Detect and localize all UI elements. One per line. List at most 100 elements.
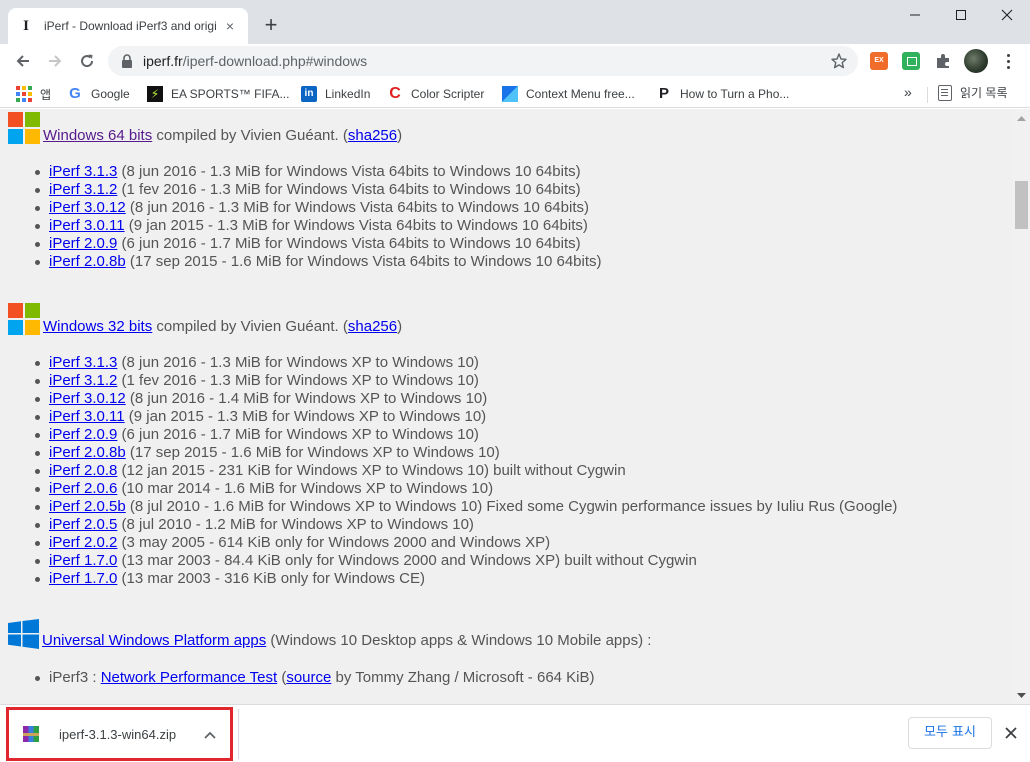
- sha256-link[interactable]: sha256: [348, 318, 397, 335]
- item-desc: (8 jun 2016 - 1.3 MiB for Windows Vista …: [117, 163, 581, 180]
- download-link[interactable]: iPerf 2.0.5b: [49, 498, 126, 515]
- download-link[interactable]: iPerf 2.0.9: [49, 235, 117, 252]
- close-download-shelf-button[interactable]: [1000, 722, 1022, 744]
- windows-32-link[interactable]: Windows 32 bits: [43, 318, 152, 335]
- bookmark-label: Google: [91, 87, 130, 101]
- tab-close-icon[interactable]: ×: [222, 18, 238, 34]
- address-url: iperf.fr/iperf-download.php#windows: [143, 46, 367, 76]
- list-item: iPerf 2.0.2 (3 may 2005 - 614 KiB only f…: [34, 534, 897, 552]
- scroll-up-arrow-icon[interactable]: [1013, 109, 1030, 126]
- item-desc: (12 jan 2015 - 231 KiB for Windows XP to…: [117, 462, 626, 479]
- bookmark-label: 앱: [40, 87, 52, 102]
- close-icon: [1001, 9, 1013, 21]
- bookmark-label: How to Turn a Pho...: [680, 87, 790, 101]
- download-item[interactable]: iperf-3.1.3-win64.zip: [6, 707, 233, 761]
- puzzle-icon[interactable]: [934, 52, 952, 70]
- back-button[interactable]: [9, 47, 37, 75]
- item-desc: (6 jun 2016 - 1.7 MiB for Windows XP to …: [117, 426, 479, 443]
- uwp-link[interactable]: Universal Windows Platform apps: [42, 632, 266, 649]
- browser-toolbar: iperf.fr/iperf-download.php#windows EX: [0, 44, 1030, 78]
- page-content: Windows 64 bits compiled by Vivien Guéan…: [0, 109, 1013, 704]
- item-desc: (3 may 2005 - 614 KiB only for Windows 2…: [117, 534, 551, 551]
- list-item: iPerf 3.0.11 (9 jan 2015 - 1.3 MiB for W…: [35, 217, 602, 235]
- arrow-left-icon: [16, 55, 29, 67]
- source-link[interactable]: source: [286, 669, 331, 686]
- download-link[interactable]: iPerf 2.0.8b: [49, 444, 126, 461]
- bookmark-label: LinkedIn: [325, 87, 371, 101]
- list-item: iPerf 2.0.8b (17 sep 2015 - 1.6 MiB for …: [34, 444, 897, 462]
- bookmark-apps[interactable]: 앱: [16, 84, 51, 104]
- item-desc: (8 jul 2010 - 1.6 MiB for Windows XP to …: [125, 498, 898, 515]
- windows-64-link[interactable]: Windows 64 bits: [43, 127, 152, 144]
- lock-icon: [122, 54, 132, 68]
- profile-avatar[interactable]: [964, 49, 988, 73]
- uwp-desc: (Windows 10 Desktop apps & Windows 10 Mo…: [266, 632, 652, 649]
- scroll-down-arrow-icon[interactable]: [1013, 687, 1030, 704]
- vertical-scrollbar[interactable]: [1013, 109, 1030, 704]
- bookmark-context-menu[interactable]: Context Menu free...: [502, 84, 635, 104]
- download-link[interactable]: iPerf 3.1.3: [49, 163, 117, 180]
- bookmark-label: EA SPORTS™ FIFA...: [171, 87, 290, 101]
- download-link[interactable]: iPerf 2.0.6: [49, 480, 117, 497]
- download-link[interactable]: iPerf 3.0.11: [49, 408, 125, 425]
- item-desc: (9 jan 2015 - 1.3 MiB for Windows Vista …: [124, 217, 588, 234]
- download-link[interactable]: iPerf 3.1.3: [49, 354, 117, 371]
- windows-64-list: iPerf 3.1.3 (8 jun 2016 - 1.3 MiB for Wi…: [35, 163, 602, 271]
- bookmark-color-scripter[interactable]: C Color Scripter: [387, 84, 484, 104]
- tab-title: iPerf - Download iPerf3 and original: [44, 19, 216, 33]
- maximize-window-button[interactable]: [938, 0, 984, 30]
- download-divider: [238, 709, 239, 759]
- download-link[interactable]: iPerf 3.0.11: [49, 217, 125, 234]
- chevron-up-icon[interactable]: [198, 727, 222, 742]
- extension-2-icon[interactable]: [902, 52, 920, 70]
- close-window-button[interactable]: [984, 0, 1030, 30]
- bookmark-star-icon[interactable]: [830, 52, 848, 70]
- bookmark-google[interactable]: G Google: [67, 84, 130, 104]
- bookmark-ea-sports[interactable]: ⚡ EA SPORTS™ FIFA...: [147, 84, 289, 104]
- download-link[interactable]: iPerf 2.0.8b: [49, 253, 126, 270]
- show-all-downloads-button[interactable]: 모두 표시: [908, 717, 992, 749]
- list-item: iPerf 3.1.2 (1 fev 2016 - 1.3 MiB for Wi…: [34, 372, 897, 390]
- list-item: iPerf 1.7.0 (13 mar 2003 - 84.4 KiB only…: [34, 552, 897, 570]
- download-link[interactable]: iPerf 2.0.8: [49, 462, 117, 479]
- download-link[interactable]: iPerf 2.0.2: [49, 534, 117, 551]
- download-link[interactable]: iPerf 3.0.12: [49, 199, 126, 216]
- windows-32-list: iPerf 3.1.3 (8 jun 2016 - 1.3 MiB for Wi…: [34, 354, 898, 588]
- extension-1-icon[interactable]: EX: [870, 52, 888, 70]
- sha256-link[interactable]: sha256: [348, 127, 397, 144]
- minimize-window-button[interactable]: [892, 0, 938, 30]
- list-item: iPerf3 : Network Performance Test (sourc…: [35, 669, 595, 687]
- bookmark-linkedin[interactable]: in LinkedIn: [301, 84, 370, 104]
- paren-close: ): [397, 318, 403, 335]
- download-link[interactable]: iPerf 2.0.5: [49, 516, 117, 533]
- item-desc: (17 sep 2015 - 1.6 MiB for Windows XP to…: [125, 444, 500, 461]
- download-link[interactable]: iPerf 3.1.2: [49, 181, 117, 198]
- compiled-by-text: compiled by Vivien Guéant. (: [152, 318, 348, 335]
- bookmark-how-to-turn[interactable]: P How to Turn a Pho...: [656, 84, 789, 104]
- item-desc: (10 mar 2014 - 1.6 MiB for Windows XP to…: [117, 480, 494, 497]
- ea-sports-icon: ⚡: [147, 86, 163, 102]
- reading-list-button[interactable]: 읽기 목록: [938, 84, 1008, 101]
- download-link[interactable]: iPerf 3.0.12: [49, 390, 126, 407]
- scrollbar-thumb[interactable]: [1015, 181, 1028, 229]
- download-link[interactable]: iPerf 2.0.9: [49, 426, 117, 443]
- browser-menu-button[interactable]: [996, 49, 1020, 73]
- minimize-icon: [910, 14, 920, 16]
- new-tab-button[interactable]: +: [258, 12, 284, 38]
- google-icon: G: [69, 85, 81, 102]
- list-item: iPerf 2.0.9 (6 jun 2016 - 1.7 MiB for Wi…: [35, 235, 602, 253]
- section-heading: Windows 64 bits compiled by Vivien Guéan…: [43, 127, 402, 144]
- forward-button[interactable]: [41, 47, 69, 75]
- download-link[interactable]: iPerf 3.1.2: [49, 372, 117, 389]
- download-link[interactable]: iPerf 1.7.0: [49, 570, 117, 587]
- reload-button[interactable]: [73, 47, 101, 75]
- list-item: iPerf 2.0.5 (8 jul 2010 - 1.2 MiB for Wi…: [34, 516, 897, 534]
- list-item: iPerf 3.0.12 (8 jun 2016 - 1.4 MiB for W…: [34, 390, 897, 408]
- uwp-list: iPerf3 : Network Performance Test (sourc…: [35, 669, 595, 687]
- browser-tab[interactable]: I iPerf - Download iPerf3 and original ×: [8, 8, 248, 44]
- paren-close: ): [397, 127, 403, 144]
- address-bar[interactable]: iperf.fr/iperf-download.php#windows: [108, 46, 858, 76]
- more-bookmarks-button[interactable]: »: [904, 84, 912, 100]
- network-performance-test-link[interactable]: Network Performance Test: [101, 669, 277, 686]
- download-link[interactable]: iPerf 1.7.0: [49, 552, 117, 569]
